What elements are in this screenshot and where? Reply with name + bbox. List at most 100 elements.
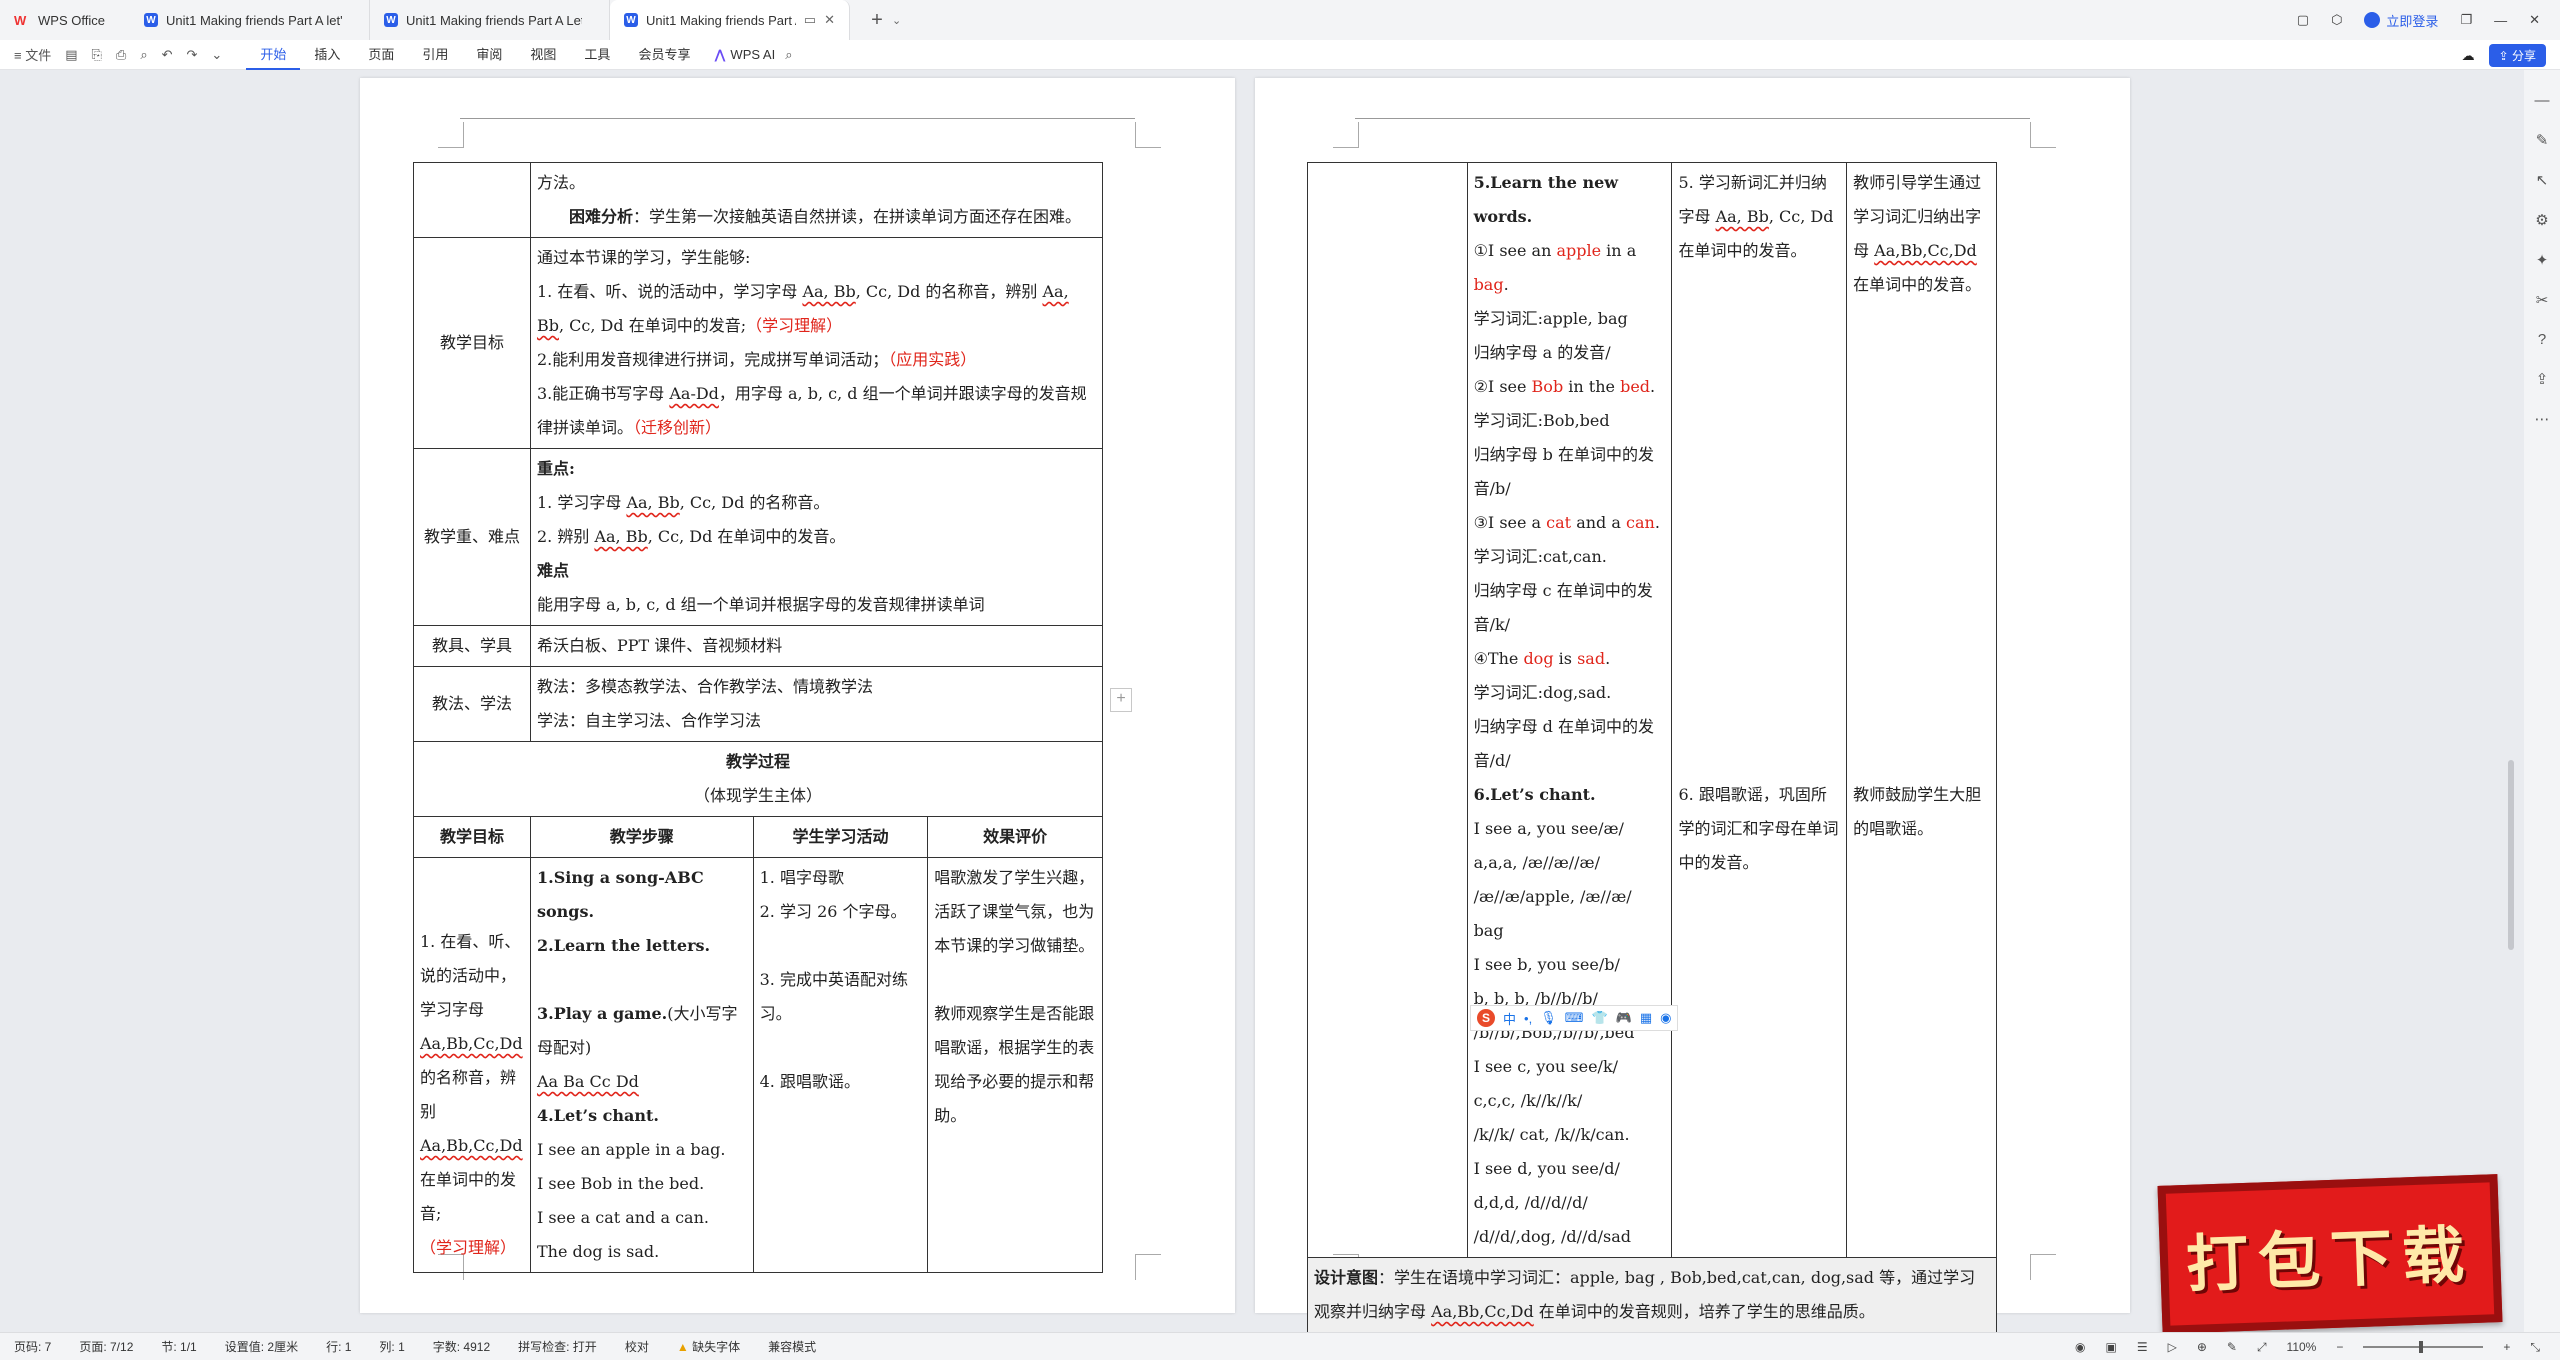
ribbon-tabs: 开始 插入 页面 引用 审阅 视图 工具 会员专享 (246, 40, 704, 70)
tab-home[interactable]: 开始 (246, 40, 301, 70)
tab-page[interactable]: 页面 (354, 40, 408, 70)
tab-document-1[interactable]: W Unit1 Making friends Part A let's le (130, 0, 370, 40)
key-points-cell: 重点: 1. 学习字母 Aa, Bb, Cc, Dd 的名称音。 2. 辨别 A… (529, 448, 1104, 626)
table-row: 教学过程 （体现学生主体） (413, 741, 1103, 817)
tab-reference[interactable]: 引用 (408, 40, 462, 70)
page-view-icon[interactable]: ▣ (2105, 1340, 2116, 1354)
word-doc-icon: W (384, 13, 398, 27)
login-button[interactable]: 立即登录 (2364, 11, 2438, 30)
status-page-number[interactable]: 页码: 7 (0, 1338, 65, 1355)
more-icon[interactable]: ⋯ (2535, 410, 2550, 428)
status-setting[interactable]: 设置值: 2厘米 (211, 1338, 312, 1355)
cube-icon[interactable]: ⬡ (2331, 12, 2342, 28)
layout-icon[interactable]: ▢ (2297, 12, 2309, 28)
expand-icon[interactable]: ⤡ (2530, 1340, 2540, 1355)
status-row: 行: 1 (326, 1340, 352, 1354)
status-proofread[interactable]: 校对 (611, 1338, 663, 1355)
gamepad-icon[interactable]: 🎮 (1616, 1010, 1632, 1026)
tab-document-2[interactable]: W Unit1 Making friends Part A Let's t (370, 0, 610, 40)
document-workspace[interactable]: 方法。 困难分析：学生第一次接触英语自然拼读，在拼读单词方面还存在困难。 教学目… (0, 70, 2560, 1333)
keyboard-icon[interactable]: ⌨ (1565, 1010, 1584, 1026)
design-intent-cell: 设计意图：学生在语境中学习词汇：apple, bag , Bob,bed,cat… (1307, 1257, 1997, 1333)
share-icon[interactable]: ⇪ (2536, 370, 2549, 388)
crop-mark (1333, 122, 1359, 148)
preview-icon[interactable]: ⌕ (140, 47, 147, 63)
minus-icon[interactable]: — (2535, 92, 2550, 109)
document-page-right[interactable]: 5.Learn the new words. ①I see an apple i… (1255, 78, 2130, 1333)
status-word-count[interactable]: 字数: 4912 (419, 1338, 504, 1355)
chevron-down-icon[interactable]: ⌄ (892, 14, 901, 27)
monitor-icon[interactable]: ▭ (804, 12, 816, 28)
save-icon[interactable]: ▤ (65, 47, 77, 63)
new-tab-button[interactable]: + (862, 9, 892, 32)
row-label: 教学重、难点 (413, 448, 531, 626)
play-icon[interactable]: ▷ (2168, 1340, 2177, 1354)
status-pages[interactable]: 页面: 7/12 (65, 1338, 147, 1355)
sparkle-icon[interactable]: ✦ (2536, 251, 2549, 269)
tab-home-label: WPS Office (38, 12, 105, 28)
tab-document-3[interactable]: W Unit1 Making friends Part A ▭ ✕ (610, 0, 850, 40)
column-header: 效果评价 (927, 816, 1103, 858)
tab-view[interactable]: 视图 (516, 40, 570, 70)
vertical-scrollbar[interactable] (2508, 760, 2514, 950)
table-row: 教学目标 通过本节课的学习，学生能够: 1. 在看、听、说的活动中，学习字母 A… (413, 237, 1104, 449)
lesson-plan-table: 方法。 困难分析：学生第一次接触英语自然拼读，在拼读单词方面还存在困难。 教学目… (413, 162, 1104, 1273)
microphone-icon[interactable]: 🎙 (1540, 1010, 1557, 1026)
close-icon[interactable]: ✕ (824, 12, 835, 28)
export-icon[interactable]: ⎘ (92, 47, 102, 63)
sogou-icon[interactable]: S (1477, 1009, 1495, 1027)
document-page-left[interactable]: 方法。 困难分析：学生第一次接触英语自然拼读，在拼读单词方面还存在困难。 教学目… (360, 78, 1235, 1313)
lesson-plan-table-continued: 5.Learn the new words. ①I see an apple i… (1307, 162, 1997, 1333)
web-view-icon[interactable]: ⊕ (2197, 1340, 2207, 1354)
steps-cell: 1.Sing a song-ABC songs. 2.Learn the let… (529, 857, 754, 1273)
help-icon[interactable]: ? (2538, 331, 2546, 348)
status-spell-check[interactable]: 拼写检查: 打开 (504, 1338, 611, 1355)
zoom-level[interactable]: 110% (2287, 1340, 2317, 1354)
column-header: 教学目标 (413, 816, 531, 858)
ime-language[interactable]: 中 (1503, 1009, 1516, 1028)
edit-icon[interactable]: ✎ (2227, 1340, 2237, 1354)
download-badge[interactable]: 打包下载 (2157, 1174, 2503, 1334)
tab-wps-home[interactable]: W WPS Office (0, 0, 130, 40)
chevron-down-icon[interactable]: ⌄ (211, 47, 222, 63)
print-icon[interactable]: ⎙ (116, 47, 126, 63)
zoom-out-icon[interactable]: − (2336, 1340, 2343, 1354)
outline-view-icon[interactable]: ☰ (2137, 1340, 2148, 1354)
menu-icon[interactable]: ≡ 文件 (14, 45, 51, 64)
header-line (1355, 118, 2030, 119)
adjust-icon[interactable]: ⚙ (2535, 211, 2548, 229)
tab-insert[interactable]: 插入 (300, 40, 354, 70)
ime-toolbar[interactable]: S 中 •, 🎙 ⌨ 👕 🎮 ▦ ◉ (1470, 1005, 1679, 1031)
window-close-icon[interactable]: ✕ (2529, 12, 2540, 28)
tab-review[interactable]: 审阅 (462, 40, 516, 70)
tab-tools[interactable]: 工具 (570, 40, 624, 70)
minimize-icon[interactable]: — (2494, 13, 2507, 28)
zoom-in-icon[interactable]: + (2503, 1340, 2510, 1354)
undo-icon[interactable]: ↶ (162, 47, 173, 63)
tab-title: Unit1 Making friends Part A (646, 12, 796, 28)
cloud-icon[interactable]: ☁ (2462, 48, 2475, 64)
ai-icon: ⋀ (714, 46, 726, 62)
status-section[interactable]: 节: 1/1 (147, 1338, 210, 1355)
search-icon[interactable]: ⌕ (785, 47, 792, 63)
punctuation-icon[interactable]: •, (1524, 1011, 1532, 1026)
tools-icon[interactable]: ✂ (2536, 291, 2549, 309)
select-icon[interactable]: ↖ (2536, 171, 2549, 189)
tab-member[interactable]: 会员专享 (624, 40, 704, 70)
eye-icon[interactable]: ◉ (2075, 1340, 2085, 1354)
settings-icon[interactable]: ◉ (1660, 1010, 1671, 1026)
fit-icon[interactable]: ⤢ (2257, 1340, 2267, 1355)
word-doc-icon: W (624, 13, 638, 27)
table-row: 教具、学具 希沃白板、PPT 课件、音视频材料 (413, 625, 1104, 667)
add-page-button[interactable]: + (1110, 688, 1132, 712)
pen-icon[interactable]: ✎ (2536, 131, 2549, 149)
status-missing-font[interactable]: ▲ 缺失字体 (663, 1338, 754, 1355)
share-button[interactable]: ⇪ 分享 (2488, 44, 2546, 67)
grid-icon[interactable]: ▦ (1640, 1010, 1652, 1026)
shirt-icon[interactable]: 👕 (1591, 1010, 1607, 1026)
zoom-slider[interactable] (2363, 1341, 2484, 1353)
wps-ai-button[interactable]: ⋀ WPS AI (704, 47, 785, 63)
redo-icon[interactable]: ↷ (187, 47, 198, 63)
goal-cell: 1. 在看、听、说的活动中，学习字母 Aa,Bb,Cc,Dd 的名称音，辨别 A… (413, 857, 531, 1273)
restore-icon[interactable]: ❐ (2460, 12, 2472, 28)
